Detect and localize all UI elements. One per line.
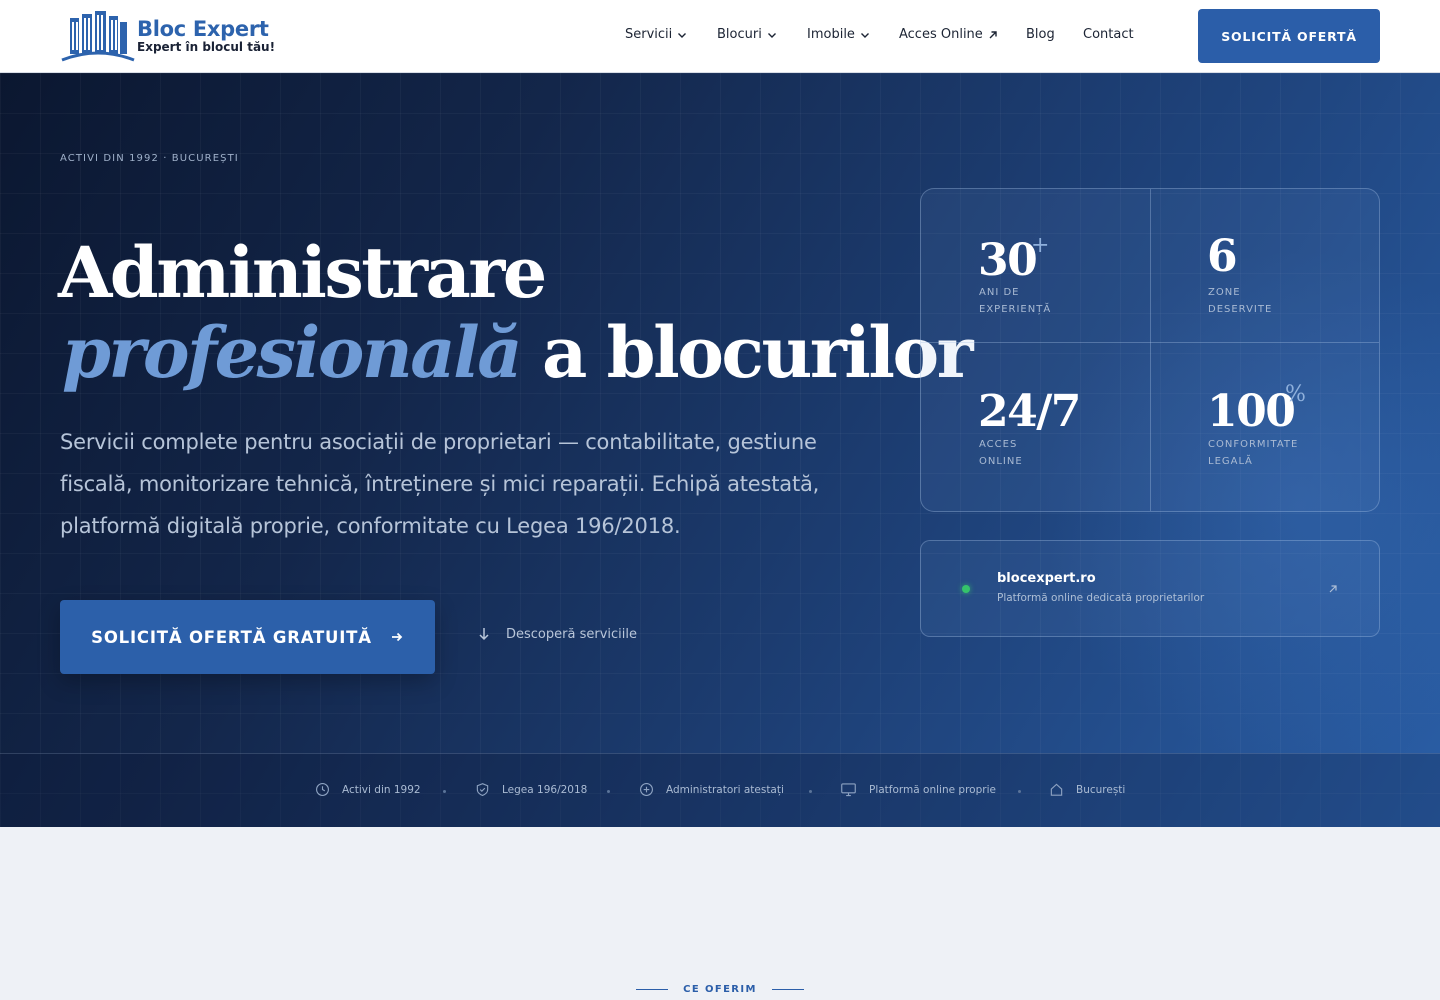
- nav-label: Blocuri: [717, 27, 762, 42]
- stat-value: 6: [1207, 231, 1238, 282]
- hero-title-rest: a blocurilor: [541, 311, 974, 394]
- nav-servicii[interactable]: Servicii: [625, 27, 688, 42]
- trust-label: Platformă online proprie: [869, 783, 996, 796]
- chevron-down-icon: [678, 32, 687, 38]
- nav-blog[interactable]: Blog: [1026, 27, 1055, 42]
- separator-dot: [809, 790, 812, 793]
- arrow-down-icon: [479, 628, 489, 641]
- stats-card: 30 + ANI DE EXPERIENȚĂ 6 ZONE DESERVITE …: [920, 188, 1380, 512]
- services-section-eyebrow: CE OFERIM: [636, 984, 804, 995]
- request-free-offer-button[interactable]: SOLICITĂ OFERTĂ GRATUITĂ: [60, 600, 435, 674]
- discover-services-link[interactable]: Descoperă serviciile: [476, 626, 637, 642]
- trust-label: Administratori atestați: [666, 783, 784, 796]
- building-logo-icon: [61, 11, 135, 62]
- platform-domain: blocexpert.ro: [997, 571, 1096, 586]
- separator-dot: [1018, 790, 1021, 793]
- brand-tagline: Expert în blocul tău!: [137, 40, 276, 54]
- brand-logo[interactable]: Bloc Expert Expert în blocul tău!: [60, 8, 275, 64]
- clock-icon: [316, 783, 329, 796]
- stat-label: ZONE DESERVITE: [1208, 287, 1273, 315]
- stat-value: 30: [978, 235, 1038, 286]
- stat-suffix: %: [1285, 382, 1306, 407]
- section-eyebrow-label: CE OFERIM: [683, 984, 757, 995]
- separator-dot: [443, 790, 446, 793]
- stat-value: 100: [1207, 386, 1296, 437]
- nav-acces-online[interactable]: Acces Online: [899, 27, 999, 42]
- hero-eyebrow: ACTIVI DIN 1992 · BUCUREȘTI: [60, 153, 239, 164]
- plus-circle-icon: [640, 783, 653, 796]
- trust-item: Platformă online proprie: [840, 782, 996, 797]
- trust-label: București: [1076, 783, 1126, 796]
- nav-label: Blog: [1026, 27, 1055, 42]
- hero-title-line2: profesională a blocurilor: [62, 311, 974, 395]
- online-platform-card[interactable]: blocexpert.ro Platformă online dedicată …: [920, 540, 1380, 637]
- chevron-down-icon: [767, 32, 776, 38]
- brand-name: Bloc Expert: [137, 17, 269, 41]
- nav-contact[interactable]: Contact: [1083, 27, 1134, 42]
- nav-blocuri[interactable]: Blocuri: [717, 27, 778, 42]
- nav-label: Imobile: [807, 27, 855, 42]
- nav-label: Servicii: [625, 27, 673, 42]
- shield-check-icon: [476, 783, 489, 796]
- trust-item: Activi din 1992: [315, 782, 421, 797]
- trust-item: Legea 196/2018: [475, 782, 587, 797]
- trust-item: București: [1049, 782, 1125, 797]
- nav-imobile[interactable]: Imobile: [807, 27, 871, 42]
- online-status-dot: [962, 585, 970, 593]
- request-offer-button[interactable]: SOLICITĂ OFERTĂ: [1198, 9, 1380, 63]
- discover-label: Descoperă serviciile: [506, 626, 637, 642]
- trust-item: Administratori atestați: [639, 782, 784, 797]
- trust-label: Activi din 1992: [342, 783, 421, 796]
- decorative-line: [771, 989, 804, 990]
- divider: [921, 342, 1379, 343]
- separator-dot: [607, 790, 610, 793]
- platform-description: Platformă online dedicată proprietarilor: [997, 592, 1205, 604]
- site-header: Bloc Expert Expert în blocul tău! Servic…: [0, 0, 1440, 73]
- hero-description: Servicii complete pentru asociații de pr…: [60, 430, 820, 538]
- stat-label: ACCES ONLINE: [979, 439, 1023, 467]
- decorative-line: [636, 989, 668, 990]
- external-arrow-icon: [1329, 585, 1337, 593]
- external-arrow-icon: [989, 30, 997, 38]
- stat-suffix: +: [1031, 233, 1050, 258]
- monitor-icon: [841, 783, 856, 797]
- stat-label: CONFORMITATE LEGALĂ: [1208, 439, 1299, 467]
- nav-label: Acces Online: [899, 27, 983, 42]
- cta-label: SOLICITĂ OFERTĂ GRATUITĂ: [91, 627, 372, 647]
- trust-bar: Activi din 1992 Legea 196/2018 Administr…: [0, 753, 1440, 827]
- hero-section: ACTIVI DIN 1992 · BUCUREȘTI Administrare…: [0, 73, 1440, 827]
- nav-label: Contact: [1083, 27, 1134, 42]
- trust-label: Legea 196/2018: [502, 783, 588, 796]
- chevron-down-icon: [860, 32, 869, 38]
- stat-value: 24/7: [978, 386, 1081, 437]
- divider: [1150, 189, 1151, 511]
- home-icon: [1050, 783, 1063, 796]
- arrow-right-icon: [391, 632, 403, 642]
- hero-title-line1: Administrare: [58, 231, 547, 314]
- hero-title-italic: profesională: [62, 311, 523, 394]
- stat-label: ANI DE EXPERIENȚĂ: [979, 287, 1052, 315]
